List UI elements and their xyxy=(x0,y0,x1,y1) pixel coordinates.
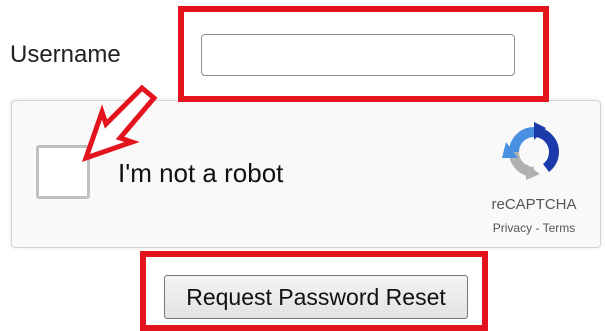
request-password-reset-button[interactable]: Request Password Reset xyxy=(164,275,468,319)
recaptcha-brand: reCAPTCHA xyxy=(491,196,577,213)
recaptcha-logo-icon xyxy=(502,122,559,180)
links-separator: - xyxy=(532,221,543,235)
recaptcha-label: I'm not a robot xyxy=(118,158,284,188)
terms-link[interactable]: Terms xyxy=(543,221,576,235)
recaptcha-links: Privacy - Terms xyxy=(470,221,598,235)
username-label: Username xyxy=(10,41,121,68)
username-input[interactable] xyxy=(201,34,515,76)
privacy-link[interactable]: Privacy xyxy=(493,221,532,235)
recaptcha-checkbox[interactable] xyxy=(36,145,90,199)
